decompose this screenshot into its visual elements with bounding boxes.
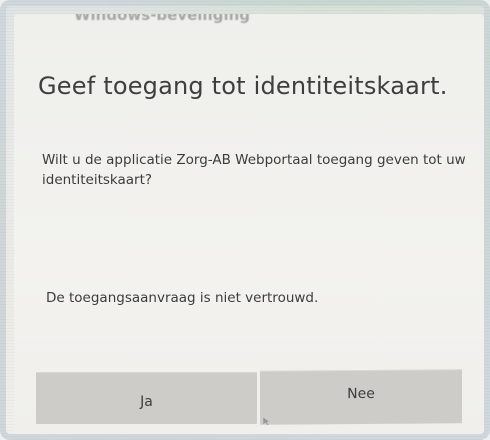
mouse-pointer-icon — [262, 416, 271, 426]
dialog-message: Wilt u de applicatie Zorg-AB Webportaal … — [42, 152, 466, 188]
access-dialog: Windows-beveiliging Geef toegang tot ide… — [14, 14, 484, 434]
photo-frame: Windows-beveiliging Geef toegang tot ide… — [0, 0, 490, 440]
no-button[interactable]: Nee — [260, 369, 462, 425]
dialog-title: Geef toegang tot identiteitskaart. — [38, 72, 448, 100]
dialog-caption: Windows-beveiliging — [74, 14, 251, 24]
yes-button[interactable]: Ja — [36, 372, 257, 424]
trust-warning: De toegangsaanvraag is niet vertrouwd. — [46, 290, 319, 306]
no-button-label: Nee — [347, 385, 375, 403]
dialog-caption-strip: Windows-beveiliging — [14, 14, 484, 32]
yes-button-label: Ja — [140, 394, 153, 410]
